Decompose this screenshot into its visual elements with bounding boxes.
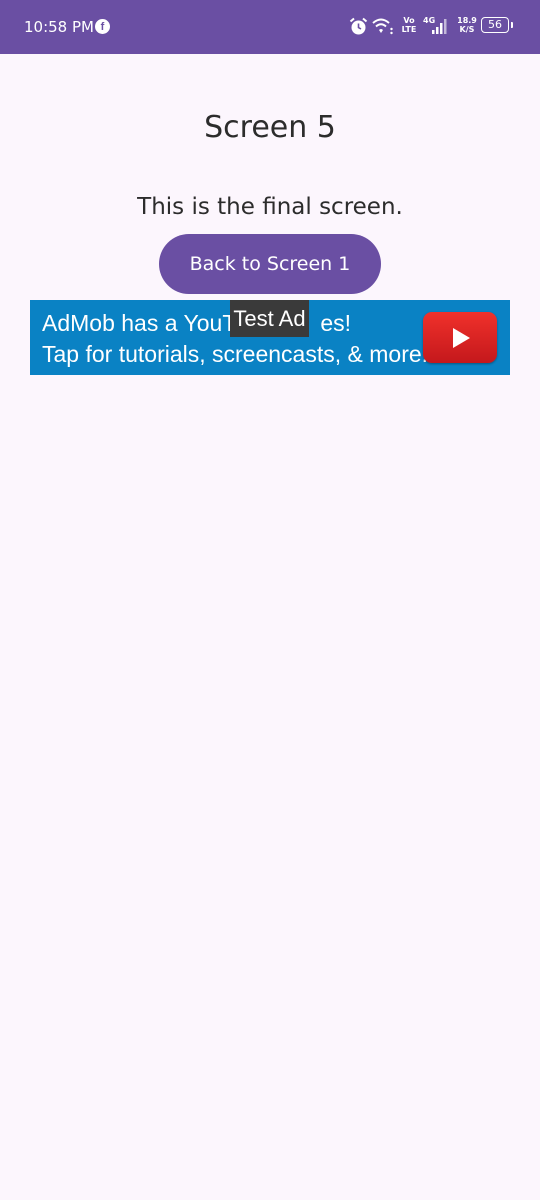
battery-level: 56	[481, 17, 509, 33]
volte-icon: Vo LTE	[401, 16, 417, 34]
battery-icon: 56	[481, 17, 513, 35]
ad-banner[interactable]: AdMob has a YouTu es! Tap for tutorials, …	[30, 300, 510, 375]
ad-description: Tap for tutorials, screencasts, & more.	[42, 341, 429, 367]
test-ad-badge: Test Ad	[230, 300, 309, 337]
back-to-screen-1-button[interactable]: Back to Screen 1	[159, 234, 381, 294]
final-screen-message: This is the final screen.	[137, 194, 403, 220]
ad-headline-start: AdMob has a YouTu	[42, 310, 249, 336]
volte-lte-label: LTE	[401, 25, 417, 34]
facebook-icon: f	[95, 19, 110, 34]
play-triangle-icon	[453, 328, 470, 348]
network-type-label: 4G	[423, 16, 435, 25]
speed-unit: K/S	[459, 25, 475, 34]
wifi-icon	[372, 18, 393, 35]
status-time: 10:58 PM	[24, 18, 94, 36]
battery-tip	[511, 22, 513, 28]
network-speed: 18.9 K/S	[457, 16, 477, 34]
speed-value: 18.9	[457, 16, 477, 25]
volte-vo-label: Vo	[403, 16, 415, 25]
signal-icon: 4G	[423, 16, 447, 34]
ad-headline-end: es!	[320, 310, 351, 336]
youtube-play-icon[interactable]	[423, 312, 497, 363]
alarm-icon	[349, 17, 368, 35]
page-title: Screen 5	[204, 110, 336, 145]
status-bar: 10:58 PM f Vo LTE 4G 18.9 K/S 56	[0, 0, 540, 54]
